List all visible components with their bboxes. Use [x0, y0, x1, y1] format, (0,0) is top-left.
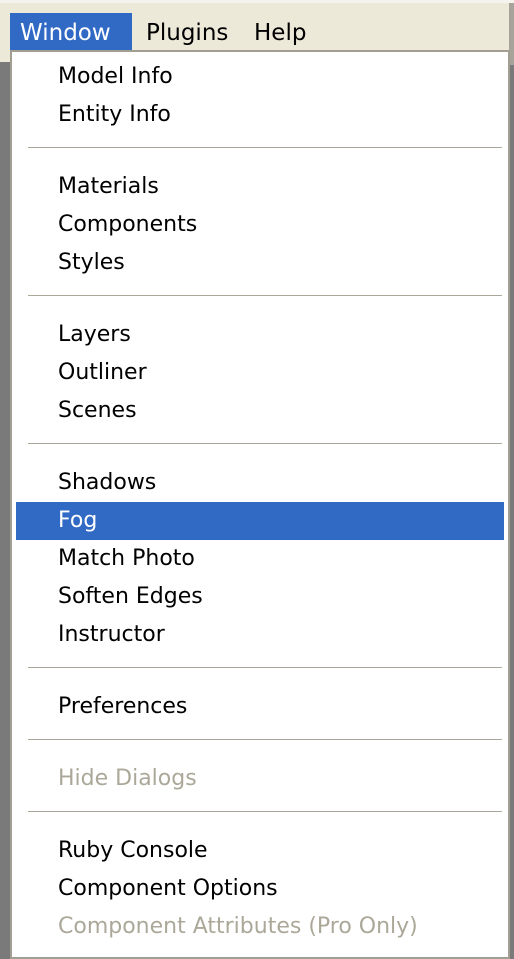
menu-item-match-photo[interactable]: Match Photo — [16, 540, 504, 578]
menu-item-model-info[interactable]: Model Info — [16, 58, 504, 96]
window-dropdown-menu: Model Info Entity Info Materials Components… — [10, 50, 510, 959]
menu-separator — [28, 295, 502, 297]
menu-plugins[interactable]: Plugins — [136, 13, 240, 53]
menu-window[interactable]: Window — [10, 13, 132, 53]
menu-item-shadows[interactable]: Shadows — [16, 464, 504, 502]
menu-item-materials[interactable]: Materials — [16, 168, 504, 206]
menu-separator — [28, 147, 502, 149]
menu-item-hide-dialogs: Hide Dialogs — [58, 766, 197, 791]
menu-item-entity-info[interactable]: Entity Info — [16, 96, 504, 134]
menu-item-ruby-console[interactable]: Ruby Console — [16, 832, 504, 870]
menu-item-styles[interactable]: Styles — [16, 244, 504, 282]
menu-item-layers[interactable]: Layers — [16, 316, 504, 354]
menu-separator — [28, 443, 502, 445]
menu-help[interactable]: Help — [244, 13, 320, 53]
menu-separator — [28, 667, 502, 669]
menu-item-scenes[interactable]: Scenes — [16, 392, 504, 430]
menu-item-instructor[interactable]: Instructor — [16, 616, 504, 654]
menu-item-components[interactable]: Components — [16, 206, 504, 244]
menu-item-outliner[interactable]: Outliner — [16, 354, 504, 392]
menu-separator — [28, 811, 502, 813]
menu-item-component-attributes-pro-only: Component Attributes (Pro Only) — [58, 914, 418, 939]
menu-item-soften-edges[interactable]: Soften Edges — [16, 578, 504, 616]
menu-item-fog[interactable]: Fog — [16, 502, 504, 540]
menu-item-component-options[interactable]: Component Options — [16, 870, 504, 908]
menu-separator — [28, 739, 502, 741]
menu-item-preferences[interactable]: Preferences — [16, 688, 504, 726]
